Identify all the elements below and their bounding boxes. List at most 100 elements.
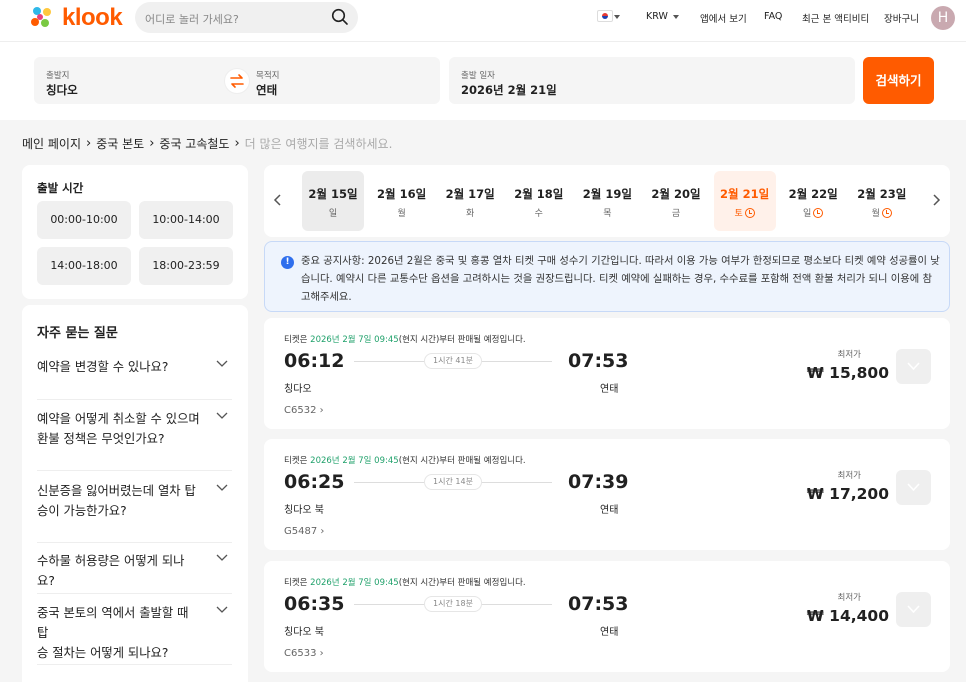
faq-item[interactable]: 신분증을 잃어버렸는데 열차 탑 승이 가능한가요?	[37, 481, 232, 543]
date-label: 2월 15일	[308, 187, 358, 201]
currency-selector[interactable]: KRW	[646, 11, 679, 22]
faq-item[interactable]: 예약을 어떻게 취소할 수 있으며환불 정책은 무엇인가요?	[37, 409, 232, 471]
sale-date: 2026년 2월 7일 09:45	[310, 578, 399, 588]
arrival-time: 07:53	[568, 593, 629, 615]
date-option[interactable]: 2월 20일금	[645, 171, 707, 231]
chevron-right-icon: ›	[86, 136, 92, 151]
breadcrumb-china[interactable]: 중국 본토	[96, 135, 144, 152]
time-slot-button[interactable]: 00:00-10:00	[37, 201, 131, 239]
from-label: 출발지	[46, 71, 70, 81]
time-slot-button[interactable]: 10:00-14:00	[139, 201, 233, 239]
date-option[interactable]: 2월 15일일	[302, 171, 364, 231]
train-number[interactable]: C6533 ›	[284, 648, 324, 659]
sale-notice: 티켓은 2026년 2월 7일 09:45(현지 시간)부터 판매될 예정입니다…	[284, 333, 526, 345]
train-number[interactable]: G5487 ›	[284, 526, 324, 537]
chevron-right-icon[interactable]	[931, 193, 941, 207]
departure-station: 칭다오	[284, 384, 312, 395]
date-option[interactable]: 2월 22일일	[782, 171, 844, 231]
train-number-label: G5487	[284, 526, 318, 537]
date-option[interactable]: 2월 16일 월	[371, 171, 433, 231]
date-option[interactable]: 2월 18일 수	[508, 171, 570, 231]
to-value[interactable]: 연태	[256, 82, 277, 98]
klook-logo[interactable]: klook	[28, 4, 123, 32]
faq-title: 자주 묻는 질문	[37, 326, 118, 341]
date-option[interactable]: 2월 23일월	[851, 171, 913, 231]
korea-flag-icon[interactable]	[597, 10, 613, 22]
search-input[interactable]: 어디로 놀러 가세요?	[135, 2, 358, 33]
expand-button[interactable]	[896, 349, 931, 384]
weekday-label: 월	[871, 209, 880, 219]
breadcrumb-home[interactable]: 메인 페이지	[22, 135, 81, 152]
notice-banner: ! 중요 공지사항: 2026년 2월은 중국 및 홍콩 열차 티켓 구매 성수…	[264, 241, 950, 312]
arrival-time: 07:53	[568, 350, 629, 372]
date-label: 2월 20일	[651, 187, 701, 201]
chevron-right-icon: ›	[149, 136, 155, 151]
faq-question-line: 환불 정책은 무엇인가요?	[37, 432, 165, 446]
train-card[interactable]: 티켓은 2026년 2월 7일 09:45(현지 시간)부터 판매될 예정입니다…	[264, 318, 950, 429]
faq-question-line: 신분증을 잃어버렸는데 열차 탑	[37, 484, 196, 498]
faq-question-line: 승 절차는 어떻게 되나요?	[37, 646, 169, 660]
train-card[interactable]: 티켓은 2026년 2월 7일 09:45(현지 시간)부터 판매될 예정입니다…	[264, 561, 950, 672]
date-selector: 2월 15일 일 2월 16일 월 2월 17일 화 2월 18일 수 2월 19일 목 2월 20…	[264, 165, 950, 237]
avatar[interactable]: H	[931, 6, 955, 30]
nav-faq[interactable]: FAQ	[764, 11, 782, 22]
chevron-down-icon[interactable]	[216, 411, 228, 421]
train-card[interactable]: 티켓은 2026년 2월 7일 09:45(현지 시간)부터 판매될 예정입니다…	[264, 439, 950, 550]
arrival-time: 07:39	[568, 471, 629, 493]
from-value[interactable]: 칭다오	[46, 82, 78, 98]
date-label: 2월 22일	[788, 187, 838, 201]
chevron-down-icon[interactable]	[614, 15, 620, 19]
clock-icon	[744, 207, 755, 218]
chevron-down-icon	[907, 483, 920, 492]
chevron-right-icon: ›	[316, 405, 324, 416]
date-weekday: 일	[782, 206, 844, 219]
nav-recent-activities[interactable]: 최근 본 액티비티	[802, 11, 869, 25]
chevron-left-icon[interactable]	[273, 193, 283, 207]
chevron-down-icon[interactable]	[216, 605, 228, 615]
date-weekday: 월	[851, 206, 913, 219]
date-option[interactable]: 2월 21일 토	[713, 171, 776, 231]
sale-notice: 티켓은 2026년 2월 7일 09:45(현지 시간)부터 판매될 예정입니다…	[284, 454, 526, 466]
swap-button[interactable]	[224, 68, 250, 94]
weekday-label: 토	[734, 209, 743, 219]
nav-app[interactable]: 앱에서 보기	[700, 11, 747, 25]
weekday-label: 일	[803, 209, 812, 219]
faq-question-line: 수하물 허용량은 어떻게 되나요?	[37, 554, 185, 588]
time-slot-button[interactable]: 14:00-18:00	[37, 247, 131, 285]
breadcrumb-rail[interactable]: 중국 고속철도	[159, 135, 229, 152]
time-slot-button[interactable]: 18:00-23:59	[139, 247, 233, 285]
expand-button[interactable]	[896, 470, 931, 505]
faq-item[interactable]: 예약을 변경할 수 있나요?	[37, 357, 232, 400]
date-weekday: 수	[508, 206, 570, 219]
date-field[interactable]: 출발 일자 2026년 2월 21일	[449, 57, 855, 104]
weekday-label: 금	[671, 209, 681, 219]
faq-item[interactable]: 중국 본토의 역에서 출발할 때 탑승 절차는 어떻게 되나요?	[37, 603, 232, 665]
train-number[interactable]: C6532 ›	[284, 405, 324, 416]
chevron-down-icon[interactable]	[216, 483, 228, 493]
date-option[interactable]: 2월 17일화	[439, 171, 501, 231]
weekday-label: 일	[328, 209, 338, 219]
sale-suffix: (현지 시간)부터 판매될 예정입니다.	[398, 456, 526, 466]
logo-text: klook	[62, 4, 123, 31]
chevron-down-icon[interactable]	[216, 359, 228, 369]
chevron-right-icon: ›	[317, 526, 325, 537]
weekday-label: 화	[466, 209, 475, 219]
faq-question-line: 예약을 어떻게 취소할 수 있으며	[37, 412, 200, 426]
departure-station: 칭다오 북	[284, 505, 324, 516]
info-icon: !	[281, 256, 294, 269]
chevron-down-icon	[907, 605, 920, 614]
date-weekday: 화	[439, 206, 501, 219]
sale-prefix: 티켓은	[284, 578, 311, 588]
expand-button[interactable]	[896, 592, 931, 627]
search-icon[interactable]	[331, 8, 349, 26]
date-label: 2월 17일	[445, 187, 495, 201]
date-option[interactable]: 2월 19일 목	[576, 171, 638, 231]
price-label: 최저가	[837, 593, 861, 603]
search-button[interactable]: 검색하기	[863, 57, 934, 104]
date-label: 2월 23일	[857, 187, 907, 201]
departure-time: 06:12	[284, 350, 345, 372]
chevron-down-icon[interactable]	[216, 553, 228, 563]
faq-item[interactable]: 수하물 허용량은 어떻게 되나요?	[37, 551, 232, 594]
nav-cart[interactable]: 장바구니	[884, 11, 919, 25]
breadcrumb-more[interactable]: 더 많은 여행지를 검색하세요.	[245, 135, 393, 152]
